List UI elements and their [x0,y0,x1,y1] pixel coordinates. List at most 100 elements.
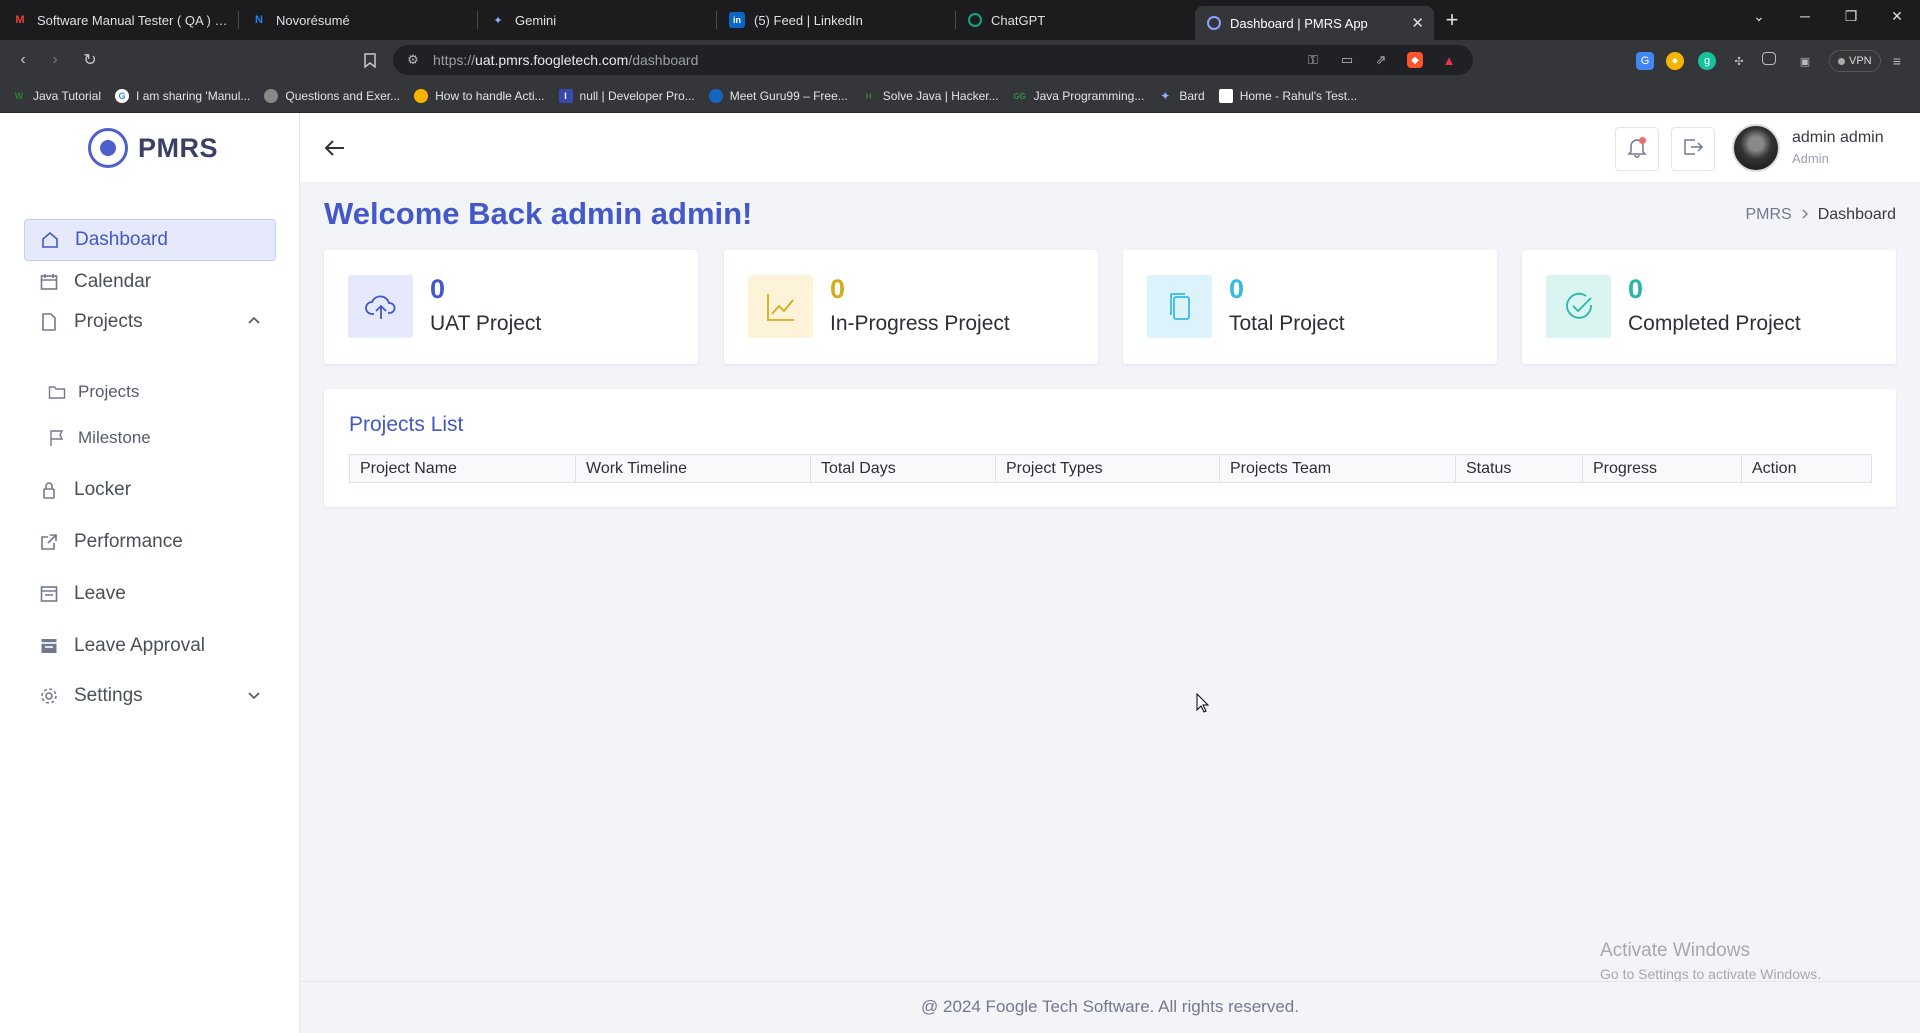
extension-icon[interactable]: ● [1666,52,1684,70]
bookmark-item[interactable]: How to handle Acti... [414,89,545,103]
table-header-row: Project Name Work Timeline Total Days Pr… [349,454,1872,483]
bard-icon: ✦ [1160,89,1171,103]
brave-shield-icon[interactable]: ◆ [1407,52,1423,68]
forward-button[interactable]: › [43,48,67,72]
bookmark-item[interactable]: ✦ Bard [1158,89,1204,103]
column-header-work-timeline[interactable]: Work Timeline [575,454,811,483]
sidebar-item-performance[interactable]: Performance [24,521,276,563]
sidebar-item-locker[interactable]: Locker [24,469,276,511]
url-text[interactable]: https://uat.pmrs.foogletech.com/dashboar… [433,52,698,68]
cast-icon[interactable]: ▭ [1339,52,1355,68]
column-header-project-types[interactable]: Project Types [995,454,1220,483]
tab-label: Gemini [515,12,557,28]
bookmark-item[interactable]: Home - Rahul's Test... [1218,89,1357,103]
sidebar-item-settings[interactable]: Settings [24,675,276,717]
stat-value: 0 [1628,274,1644,304]
lock-icon [38,479,60,501]
brave-rewards-icon[interactable]: ▲ [1441,52,1457,68]
notifications-button[interactable] [1615,127,1659,171]
stat-value: 0 [430,274,446,304]
projects-list-card: Projects List Project Name Work Timeline… [324,389,1896,507]
key-icon[interactable]: ⚿ [1305,52,1321,68]
gemini-icon: ✦ [493,14,503,27]
minimize-button[interactable]: ─ [1782,0,1828,32]
app-logo[interactable]: PMRS [88,128,218,168]
gmail-icon: M [15,14,25,26]
app-header: admin admin Admin [300,113,1920,183]
notification-dot [1639,137,1646,144]
tab-label: (5) Feed | LinkedIn [754,12,863,28]
chevron-up-icon[interactable] [246,313,262,329]
chatgpt-icon [968,13,982,27]
sidebar-subitem-projects[interactable]: Projects [48,382,139,402]
bookmark-item[interactable]: H Solve Java | Hacker... [862,89,999,103]
page-icon [1218,89,1233,103]
sidebar-toggle-icon[interactable] [1762,52,1776,65]
browser-tab-novoresume[interactable]: N Novorésumé [239,0,478,40]
vpn-button[interactable]: VPN [1829,50,1881,72]
sidebar-item-leave[interactable]: Leave [24,573,276,615]
share-icon[interactable]: ⇗ [1373,52,1389,68]
reload-button[interactable]: ↻ [78,48,102,72]
column-header-status[interactable]: Status [1455,454,1583,483]
cloud-upload-icon [348,275,413,338]
browser-tab-pmrs[interactable]: Dashboard | PMRS App ✕ [1195,6,1434,40]
puzzle-icon[interactable]: ✣ [1730,52,1748,70]
breadcrumb-root[interactable]: PMRS [1745,206,1791,224]
menu-icon[interactable]: ≡ [1888,52,1906,70]
grammarly-icon[interactable]: g [1698,52,1716,70]
breadcrumb: PMRS Dashboard [1745,206,1896,224]
sidebar-item-calendar[interactable]: Calendar [24,261,276,303]
gear-icon [38,685,60,707]
bookmark-item[interactable]: GG Java Programming... [1013,89,1144,103]
chevron-right-icon [1801,206,1809,224]
browser-tab-linkedin[interactable]: in (5) Feed | LinkedIn [717,0,956,40]
sidebar-item-label: Dashboard [75,229,168,250]
column-header-projects-team[interactable]: Projects Team [1219,454,1456,483]
translate-extension-icon[interactable]: G [1636,52,1654,70]
restore-button[interactable]: ❐ [1828,0,1874,32]
column-header-total-days[interactable]: Total Days [810,454,996,483]
sidebar-subitem-label: Milestone [78,428,151,447]
stat-card-in-progress: 0 In-Progress Project [724,250,1098,364]
tab-search-icon[interactable]: ⌄ [1736,0,1782,32]
close-window-button[interactable]: ✕ [1874,0,1920,32]
column-header-action[interactable]: Action [1741,454,1872,483]
bookmark-item[interactable]: GI am sharing 'Manul... [115,89,250,103]
close-tab-icon[interactable]: ✕ [1411,14,1424,32]
user-name[interactable]: admin admin [1792,129,1884,147]
column-header-progress[interactable]: Progress [1582,454,1742,483]
logout-icon [1682,136,1704,163]
sidebar-item-projects[interactable]: Projects [24,301,276,343]
dev-icon: l [558,89,573,103]
address-bar[interactable]: ⚙ https://uat.pmrs.foogletech.com/dashbo… [393,45,1473,75]
stat-label: Total Project [1229,312,1345,335]
logout-button[interactable] [1671,127,1715,171]
bookmark-item[interactable]: Meet Guru99 – Free... [708,89,848,103]
projects-table: Project Name Work Timeline Total Days Pr… [349,454,1872,483]
new-tab-button[interactable]: + [1434,0,1470,40]
back-arrow-icon[interactable] [322,135,348,161]
bookmark-item[interactable]: W Java Tutorial [12,89,101,103]
globe-icon [264,89,279,103]
wallet-icon[interactable]: ▣ [1796,52,1814,70]
browser-tab-gemini[interactable]: ✦ Gemini [478,0,717,40]
site-settings-icon[interactable]: ⚙ [405,52,421,68]
column-header-project-name[interactable]: Project Name [349,454,576,483]
bookmark-icon[interactable] [358,48,382,72]
bookmark-item[interactable]: Questions and Exer... [264,89,400,103]
sidebar-item-dashboard[interactable]: Dashboard [24,219,276,261]
sidebar-subitem-milestone[interactable]: Milestone [48,428,151,448]
chevron-down-icon[interactable] [246,687,262,703]
sidebar-item-label: Projects [74,311,143,332]
browser-tab-chatgpt[interactable]: ChatGPT [956,0,1195,40]
tab-label: ChatGPT [991,12,1046,28]
sidebar-item-leave-approval[interactable]: Leave Approval [24,625,276,667]
browser-tab-gmail[interactable]: M Software Manual Tester ( QA ) | Umr [0,0,239,40]
bookmark-item[interactable]: l null | Developer Pro... [558,89,695,103]
stat-value: 0 [830,274,846,304]
back-button[interactable]: ‹ [11,48,35,72]
page-title: Welcome Back admin admin! [324,196,753,231]
avatar[interactable] [1732,124,1780,172]
sidebar-subitem-label: Projects [78,382,140,401]
